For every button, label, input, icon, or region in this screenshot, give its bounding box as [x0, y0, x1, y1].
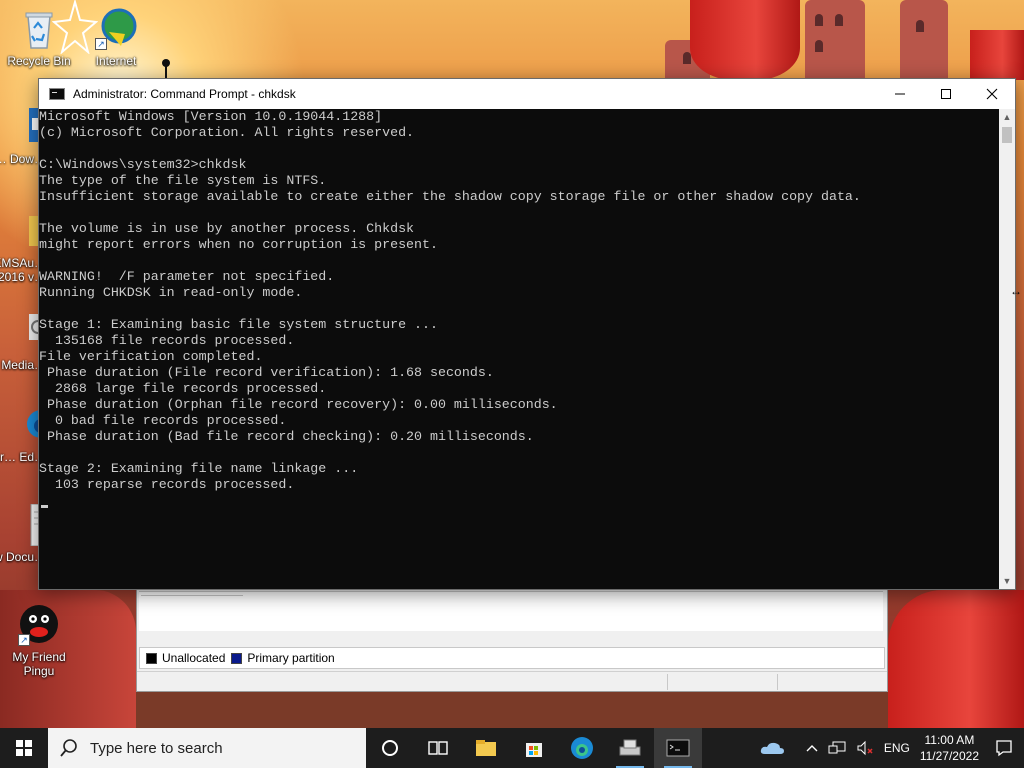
- start-button[interactable]: [0, 728, 48, 768]
- onedrive-button[interactable]: [754, 728, 801, 768]
- store-icon: [526, 743, 542, 757]
- cortana-button[interactable]: [366, 728, 414, 768]
- taskbar: Type here to search ENG 11:00 AM 11/27/2…: [0, 728, 1024, 768]
- command-prompt-window[interactable]: Administrator: Command Prompt - chkdsk M…: [38, 78, 1016, 590]
- system-tray: ENG 11:00 AM 11/27/2022: [754, 728, 1024, 768]
- legend-label: Primary partition: [247, 651, 335, 665]
- disk-management-window[interactable]: Unallocated Primary partition: [136, 586, 888, 692]
- cortana-circle-icon: [382, 740, 398, 756]
- disk-graphical-view[interactable]: [139, 591, 883, 631]
- desktop-icon-pingu[interactable]: ↗ My Friend Pingu: [0, 604, 78, 678]
- legend-swatch: [231, 652, 243, 664]
- wallpaper-ground: [136, 690, 888, 730]
- search-placeholder: Type here to search: [90, 739, 223, 757]
- onedrive-cloud-icon: [760, 742, 784, 754]
- legend-item-unallocated: Unallocated: [146, 651, 225, 665]
- scrollbar-thumb[interactable]: [1002, 127, 1012, 143]
- vertical-scrollbar[interactable]: ▲ ▼: [999, 109, 1015, 589]
- edge-icon: [571, 737, 593, 759]
- maximize-icon: [941, 89, 951, 99]
- windows-logo-icon: [16, 740, 32, 756]
- desktop-icon-label: Internet Download…: [95, 54, 137, 68]
- wallpaper-red-tower: [970, 30, 1024, 80]
- taskbar-command-prompt[interactable]: [654, 728, 702, 768]
- shortcut-arrow-icon: ↗: [18, 634, 30, 646]
- disk-legend: Unallocated Primary partition: [139, 647, 885, 669]
- command-prompt-icon: [49, 88, 65, 100]
- show-hidden-icons-button[interactable]: [801, 728, 823, 768]
- volume-button[interactable]: [851, 728, 879, 768]
- tray-pin-icon: [161, 58, 171, 78]
- window-titlebar[interactable]: Administrator: Command Prompt - chkdsk: [39, 79, 1015, 109]
- disk-partition-block[interactable]: [141, 592, 243, 596]
- text-cursor: [41, 505, 48, 508]
- clock-date: 11/27/2022: [919, 749, 979, 763]
- taskbar-store[interactable]: [510, 728, 558, 768]
- volume-muted-icon: [857, 740, 873, 756]
- console-output[interactable]: Microsoft Windows [Version 10.0.19044.12…: [39, 109, 1001, 589]
- wallpaper-tower: [900, 0, 948, 80]
- action-center-button[interactable]: [984, 728, 1024, 768]
- language-indicator[interactable]: ENG: [879, 728, 915, 768]
- taskbar-edge[interactable]: [558, 728, 606, 768]
- disk-management-icon: [619, 739, 641, 756]
- minimize-button[interactable]: [877, 79, 923, 109]
- wallpaper-red-tower: [690, 0, 800, 80]
- maximize-button[interactable]: [923, 79, 969, 109]
- taskbar-file-explorer[interactable]: [462, 728, 510, 768]
- window-controls: [877, 79, 1015, 109]
- legend-item-primary-partition: Primary partition: [231, 651, 335, 665]
- command-prompt-icon: [666, 739, 690, 757]
- close-button[interactable]: [969, 79, 1015, 109]
- taskbar-disk-management[interactable]: [606, 728, 654, 768]
- legend-label: Unallocated: [162, 651, 226, 665]
- wallpaper-red-tower: [888, 590, 1024, 730]
- scroll-down-arrow-icon[interactable]: ▼: [999, 573, 1015, 589]
- folder-icon: [476, 740, 496, 756]
- internet-download-manager-icon: ↗: [95, 8, 137, 50]
- desktop-icon-internet-download-manager[interactable]: ↗ Internet Download…: [77, 8, 155, 68]
- desktop-icon-label: Recycle Bin: [7, 54, 71, 68]
- search-icon: [60, 739, 77, 757]
- chevron-up-icon: [806, 745, 818, 752]
- disk-status-bar: [137, 671, 887, 691]
- console-text: Microsoft Windows [Version 10.0.19044.12…: [39, 109, 861, 492]
- clock-time: 11:00 AM: [924, 733, 975, 747]
- pingu-icon: ↗: [18, 604, 60, 646]
- network-button[interactable]: [823, 728, 851, 768]
- task-view-icon: [428, 741, 448, 755]
- legend-swatch: [146, 652, 157, 664]
- close-icon: [986, 88, 998, 100]
- resize-cursor-icon: ↔: [1010, 284, 1022, 298]
- task-view-button[interactable]: [414, 728, 462, 768]
- scroll-up-arrow-icon[interactable]: ▲: [999, 109, 1015, 125]
- desktop-icon-label: My Friend Pingu: [12, 650, 66, 678]
- minimize-icon: [895, 93, 905, 95]
- wallpaper-tower: [805, 0, 865, 80]
- clock[interactable]: 11:00 AM 11/27/2022: [915, 728, 984, 768]
- window-title: Administrator: Command Prompt - chkdsk: [73, 87, 296, 101]
- notification-icon: [996, 740, 1012, 757]
- taskbar-search-box[interactable]: Type here to search: [48, 728, 366, 768]
- shortcut-arrow-icon: ↗: [95, 38, 107, 50]
- network-icon: [828, 741, 846, 754]
